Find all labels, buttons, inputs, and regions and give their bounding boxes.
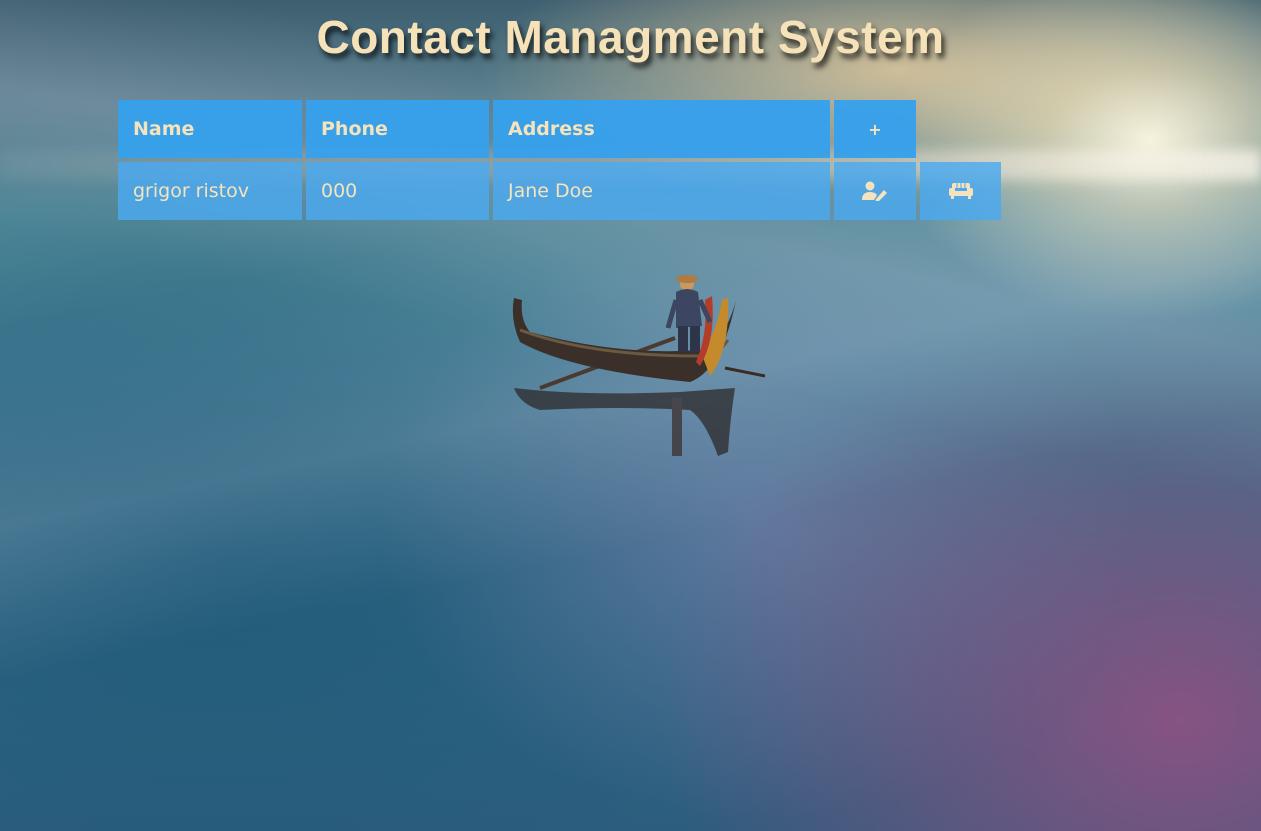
page-title: Contact Managment System xyxy=(316,11,945,63)
column-header-address-label: Address xyxy=(508,118,595,140)
contact-phone: 000 xyxy=(321,180,358,202)
contact-name: grigor ristov xyxy=(133,180,249,202)
table-row-address-cell: Jane Doe xyxy=(493,162,830,220)
column-header-address: Address xyxy=(493,100,830,158)
edit-contact-button[interactable] xyxy=(834,162,916,220)
table-row-name-cell: grigor ristov xyxy=(118,162,302,220)
column-header-name-label: Name xyxy=(133,118,195,140)
user-edit-icon xyxy=(862,181,887,201)
column-header-phone-label: Phone xyxy=(321,118,388,140)
column-header-name: Name xyxy=(118,100,302,158)
boat-illustration xyxy=(512,275,766,456)
column-header-phone: Phone xyxy=(306,100,489,158)
contact-address: Jane Doe xyxy=(508,180,593,202)
table-row-phone-cell: 000 xyxy=(306,162,489,220)
delete-contact-button[interactable] xyxy=(920,162,1001,220)
add-contact-label: + xyxy=(868,119,882,139)
add-contact-button[interactable]: + xyxy=(834,100,916,158)
couch-icon xyxy=(948,183,973,199)
